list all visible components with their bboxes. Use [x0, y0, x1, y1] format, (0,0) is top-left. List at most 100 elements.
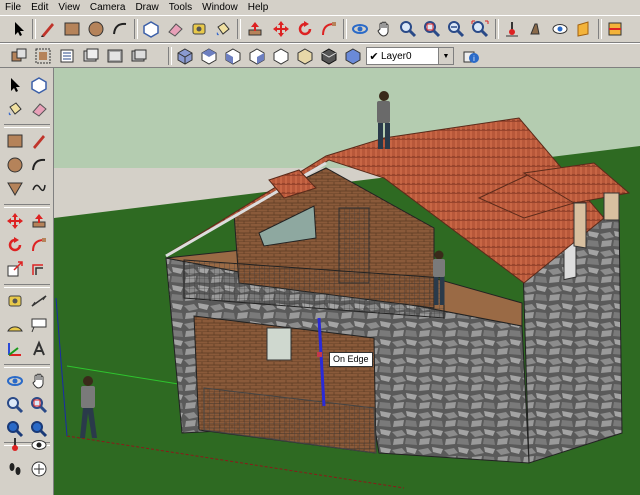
dormer-wall: [573, 202, 587, 249]
line-tool-button[interactable]: [28, 130, 50, 152]
eraser-tool-button[interactable]: [164, 18, 186, 40]
layer-dropdown[interactable]: ✔ Layer0 ▼: [366, 47, 454, 65]
zoom-tool-button[interactable]: [4, 394, 26, 416]
zoom-tool-button[interactable]: [397, 18, 419, 40]
outliner-button[interactable]: [56, 45, 78, 67]
move-tool-button[interactable]: [270, 18, 292, 40]
push-pull-icon: [32, 214, 46, 228]
textured-style-button[interactable]: [342, 45, 364, 67]
section-cuts-icon: [608, 22, 622, 36]
move-tool-button[interactable]: [4, 210, 26, 232]
modeling-viewport[interactable]: On Edge: [54, 68, 640, 495]
offset-tool-button[interactable]: [28, 258, 50, 280]
arc-tool-button[interactable]: [28, 154, 50, 176]
right-view-button[interactable]: [246, 45, 268, 67]
protractor-tool-button[interactable]: [4, 314, 26, 336]
top-view-button[interactable]: [198, 45, 220, 67]
menu-edit[interactable]: Edit: [26, 0, 53, 15]
section-plane-button[interactable]: [28, 458, 50, 480]
front-view-button[interactable]: [222, 45, 244, 67]
select-arrow-icon: [11, 78, 20, 92]
make-component-button[interactable]: [140, 18, 162, 40]
walk-tool-button[interactable]: [4, 458, 26, 480]
pan-tool-button[interactable]: [373, 18, 395, 40]
menu-view[interactable]: View: [53, 0, 85, 15]
rotate-tool-button[interactable]: [4, 234, 26, 256]
paint-bucket-tool-button[interactable]: [212, 18, 234, 40]
iso-view-icon: [177, 48, 193, 65]
eraser-icon: [32, 103, 47, 117]
orbit-tool-button[interactable]: [349, 18, 371, 40]
display-section-cuts-button[interactable]: [604, 18, 626, 40]
push-pull-tool-button[interactable]: [28, 210, 50, 232]
back-view-button[interactable]: [270, 45, 292, 67]
menu-window[interactable]: Window: [197, 0, 243, 15]
zoom-window-tool-button[interactable]: [421, 18, 443, 40]
tape-measure-icon: [8, 295, 22, 307]
menu-help[interactable]: Help: [243, 0, 274, 15]
eraser-tool-button[interactable]: [28, 98, 50, 120]
axes-tool-button[interactable]: [4, 338, 26, 360]
zoom-window-tool-button[interactable]: [28, 394, 50, 416]
scale-icon: [7, 261, 23, 277]
look-around-button[interactable]: [28, 434, 50, 456]
walk-tool-button[interactable]: [525, 18, 547, 40]
layers-button[interactable]: [80, 45, 102, 67]
tape-measure-tool-button[interactable]: [188, 18, 210, 40]
chevron-down-icon[interactable]: ▼: [438, 48, 453, 64]
arc-tool-button[interactable]: [109, 18, 131, 40]
scenes-icon: [131, 49, 147, 62]
scale-tool-button[interactable]: [4, 258, 26, 280]
views-toolbar: ✔ Layer0 ▼ i: [0, 43, 640, 68]
circle-tool-button[interactable]: [85, 18, 107, 40]
follow-me-tool-button[interactable]: [28, 234, 50, 256]
groups-button[interactable]: [32, 45, 54, 67]
look-around-button[interactable]: [549, 18, 571, 40]
scenes-button[interactable]: [128, 45, 150, 67]
orbit-tool-button[interactable]: [4, 370, 26, 392]
rotate-tool-button[interactable]: [294, 18, 316, 40]
paint-bucket-icon: [216, 22, 230, 36]
menu-bar: File Edit View Camera Draw Tools Window …: [0, 0, 640, 15]
3d-text-tool-button[interactable]: [28, 338, 50, 360]
circle-tool-button[interactable]: [4, 154, 26, 176]
materials-button[interactable]: [104, 45, 126, 67]
components-button[interactable]: [8, 45, 30, 67]
tape-measure-tool-button[interactable]: [4, 290, 26, 312]
walk-icon: [530, 23, 540, 35]
freehand-tool-button[interactable]: [28, 178, 50, 200]
iso-view-button[interactable]: [174, 45, 196, 67]
eye-icon: [552, 24, 568, 34]
menu-tools[interactable]: Tools: [164, 0, 197, 15]
pencil-tool-button[interactable]: [37, 18, 59, 40]
menu-camera[interactable]: Camera: [85, 0, 131, 15]
layer-manager-button[interactable]: i: [460, 45, 482, 67]
position-camera-button[interactable]: [4, 434, 26, 456]
menu-file[interactable]: File: [0, 0, 26, 15]
make-component-button[interactable]: [28, 74, 50, 96]
previous-view-button[interactable]: [445, 18, 467, 40]
circle-icon: [7, 157, 23, 173]
section-plane-button[interactable]: [573, 18, 595, 40]
dormer-wall-right: [603, 192, 620, 221]
rectangle-tool-button[interactable]: [61, 18, 83, 40]
shaded-style-button[interactable]: [318, 45, 340, 67]
follow-me-tool-button[interactable]: [318, 18, 340, 40]
polygon-tool-button[interactable]: [4, 178, 26, 200]
push-pull-tool-button[interactable]: [244, 18, 266, 40]
menu-draw[interactable]: Draw: [130, 0, 163, 15]
pan-tool-button[interactable]: [28, 370, 50, 392]
layer-current-check: ✔: [369, 50, 379, 63]
dimension-tool-button[interactable]: [28, 290, 50, 312]
zoom-extents-button[interactable]: [469, 18, 491, 40]
left-view-button[interactable]: [294, 45, 316, 67]
select-tool-button[interactable]: [8, 18, 30, 40]
3d-scene[interactable]: [54, 68, 640, 495]
back-view-icon: [273, 48, 289, 65]
select-tool-button[interactable]: [4, 74, 26, 96]
rectangle-tool-button[interactable]: [4, 130, 26, 152]
text-tool-button[interactable]: [28, 314, 50, 336]
paint-bucket-tool-button[interactable]: [4, 98, 26, 120]
push-pull-icon: [248, 22, 262, 36]
position-camera-button[interactable]: [501, 18, 523, 40]
